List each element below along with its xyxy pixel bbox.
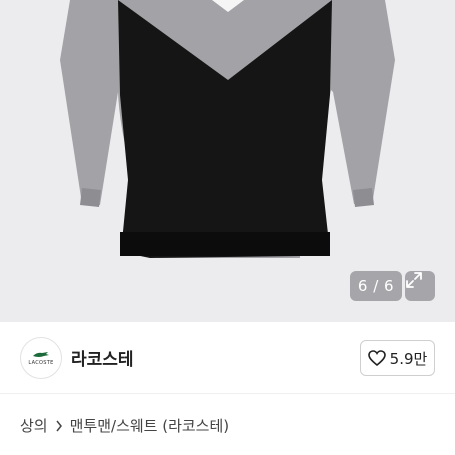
like-button[interactable]: 5.9만: [360, 340, 435, 376]
brand-name[interactable]: 라코스테: [71, 345, 134, 370]
brand-logo[interactable]: LACOSTE: [20, 337, 62, 379]
expand-icon: [406, 272, 422, 288]
image-counter: 6 / 6: [350, 271, 402, 301]
crocodile-logo-icon: [33, 352, 49, 357]
expand-button[interactable]: [405, 271, 435, 301]
brand-logo-text: LACOSTE: [28, 360, 54, 366]
breadcrumb-item-subcategory[interactable]: 맨투맨/스웨트 (라코스테): [70, 415, 230, 436]
like-count: 5.9만: [389, 349, 428, 368]
brand-row[interactable]: LACOSTE 라코스테 5.9만: [0, 322, 455, 394]
breadcrumb-item-category[interactable]: 상의: [20, 415, 48, 436]
product-image[interactable]: 6 / 6: [0, 0, 455, 322]
chevron-right-icon: [55, 420, 63, 432]
breadcrumb: 상의 맨투맨/스웨트 (라코스테): [20, 415, 229, 436]
heart-icon: [367, 350, 386, 366]
